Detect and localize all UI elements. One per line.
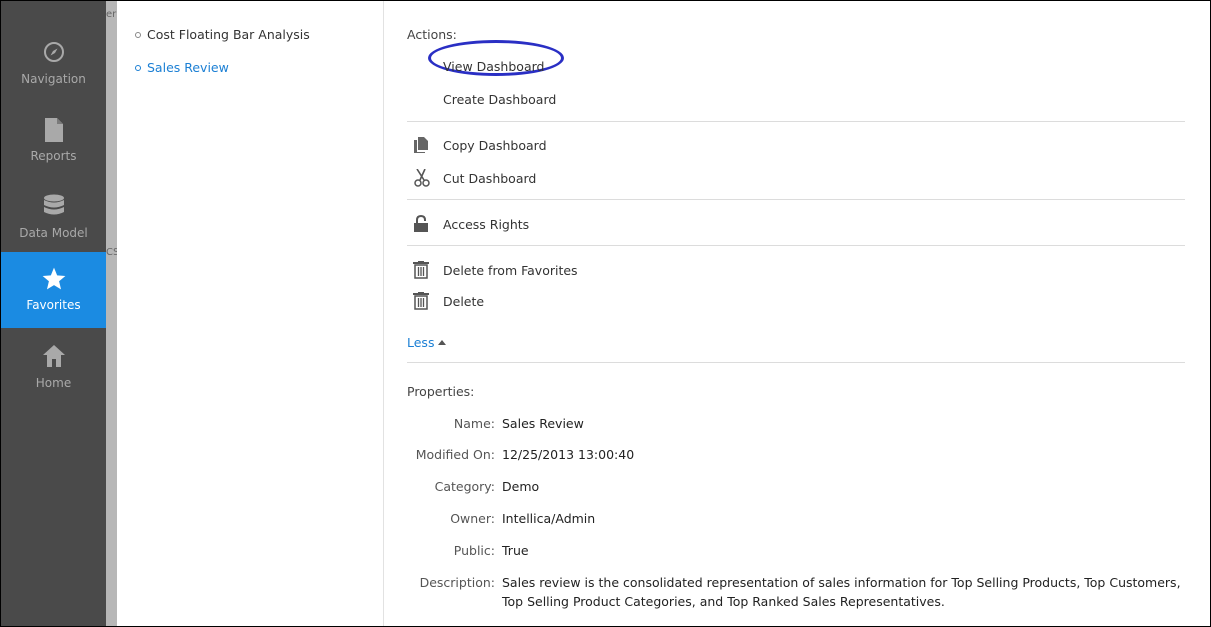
prop-category-value: Demo (502, 479, 540, 494)
database-icon (43, 194, 65, 223)
prop-name-key: Name: (453, 416, 495, 431)
nav-label: Home (35, 376, 72, 390)
nav-label: Navigation (21, 72, 86, 86)
prop-name-value: Sales Review (502, 416, 584, 431)
strip-text: er (106, 9, 117, 20)
prop-description-value: Sales review is the consolidated represe… (502, 575, 1181, 609)
prop-owner-value: Intellica/Admin (502, 511, 596, 526)
less-toggle[interactable]: Less (407, 335, 447, 350)
trash-icon (413, 261, 435, 279)
less-label: Less (407, 335, 435, 350)
cut-dashboard-action[interactable]: Cut Dashboard (413, 169, 536, 187)
tree-item-selected[interactable]: Sales Review (135, 60, 229, 75)
lock-icon (413, 215, 435, 233)
prop-category-key: Category: (434, 479, 495, 494)
access-rights-label: Access Rights (443, 216, 530, 232)
nav-item-reports[interactable]: Reports (1, 103, 106, 179)
delete-label: Delete (443, 293, 485, 309)
divider (407, 362, 1185, 363)
details-panel: Actions: View Dashboard Create Dashboard… (385, 1, 1210, 626)
tree-item[interactable]: Cost Floating Bar Analysis (135, 27, 310, 42)
prop-public-value: True (502, 543, 529, 558)
prop-owner-key: Owner: (450, 511, 495, 526)
nav-item-home[interactable]: Home (1, 330, 106, 406)
bullet-icon (135, 32, 141, 38)
compass-icon (42, 40, 66, 67)
nav-label: Favorites (26, 298, 81, 312)
nav-item-navigation[interactable]: Navigation (1, 26, 106, 102)
copy-dashboard-label: Copy Dashboard (443, 137, 547, 153)
prop-modified-key: Modified On: (415, 447, 495, 462)
divider (407, 245, 1185, 246)
copy-icon (413, 137, 435, 153)
divider (407, 199, 1185, 200)
collapsed-panel-strip: er CS (106, 1, 119, 626)
tree-item-label: Sales Review (147, 60, 229, 75)
scissors-icon (413, 169, 435, 187)
nav-label: Data Model (19, 226, 88, 240)
nav-item-data-model[interactable]: Data Model (1, 180, 106, 256)
tree-item-label: Cost Floating Bar Analysis (147, 27, 310, 42)
create-dashboard-link[interactable]: Create Dashboard (443, 92, 556, 107)
actions-heading: Actions: (407, 27, 457, 42)
prop-description-key: Description: (419, 575, 495, 590)
sidebar-nav: Navigation Reports Data Model Favorites … (1, 1, 106, 626)
cut-dashboard-label: Cut Dashboard (443, 170, 537, 186)
delete-from-favorites-label: Delete from Favorites (443, 262, 578, 278)
view-dashboard-link[interactable]: View Dashboard (443, 59, 544, 74)
divider (407, 121, 1185, 122)
trash-icon (413, 292, 435, 310)
caret-up-icon (438, 340, 447, 345)
prop-public-key: Public: (453, 543, 495, 558)
document-icon (43, 117, 65, 146)
nav-label: Reports (30, 149, 77, 163)
copy-dashboard-action[interactable]: Copy Dashboard (413, 137, 547, 153)
nav-item-favorites[interactable]: Favorites (1, 252, 106, 328)
bullet-icon (135, 65, 141, 71)
home-icon (42, 344, 66, 371)
prop-modified-value: 12/25/2013 13:00:40 (502, 447, 635, 462)
properties-heading: Properties: (407, 384, 475, 399)
delete-from-favorites-action[interactable]: Delete from Favorites (413, 261, 578, 279)
delete-action[interactable]: Delete (413, 292, 484, 310)
star-icon (41, 266, 67, 295)
access-rights-action[interactable]: Access Rights (413, 215, 529, 233)
favorites-tree: Cost Floating Bar Analysis Sales Review (117, 1, 384, 626)
